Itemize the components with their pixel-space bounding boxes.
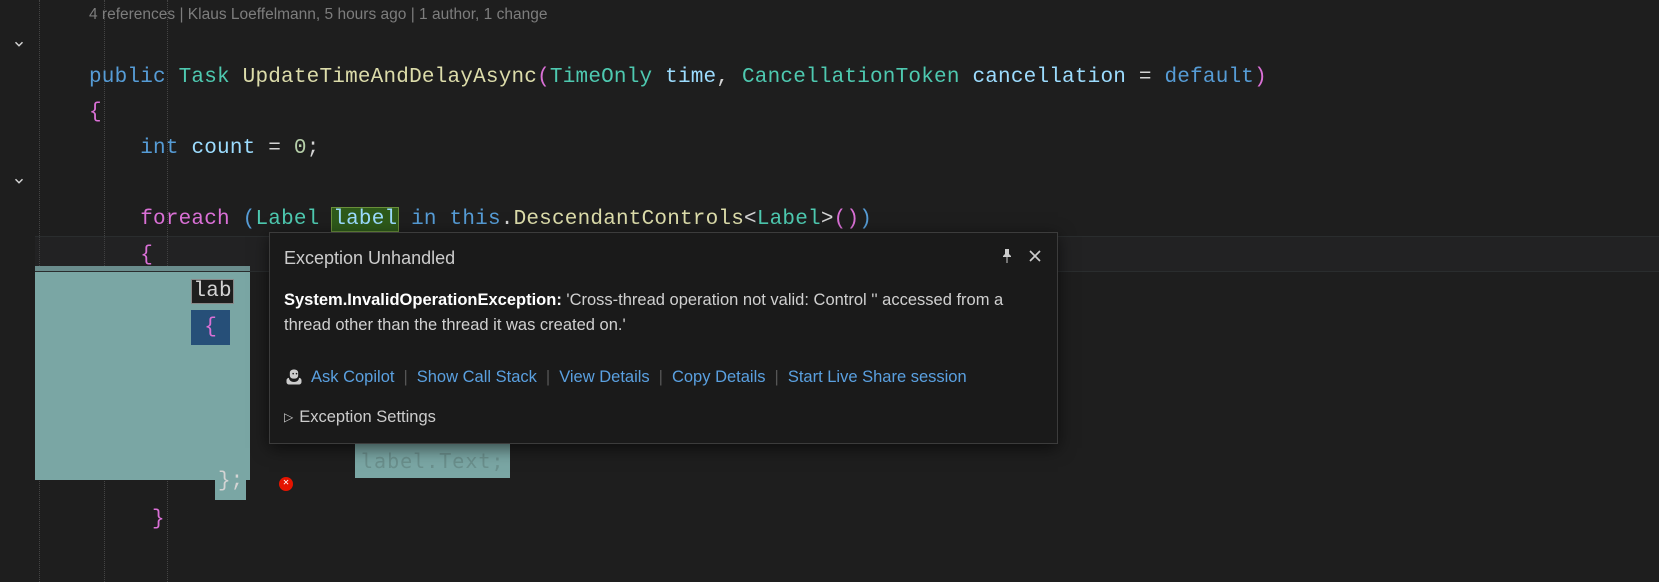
exception-popup: Exception Unhandled System.InvalidOperat… [269, 232, 1058, 444]
show-callstack-link[interactable]: Show Call Stack [417, 363, 537, 391]
type-label: Label [757, 208, 821, 231]
method-descendant: DescendantControls [514, 208, 744, 231]
comma: , [716, 66, 742, 89]
op-eq: = [268, 137, 281, 160]
start-liveshare-link[interactable]: Start Live Share session [788, 363, 967, 391]
semicolon: ; [307, 137, 320, 160]
chevron-right-icon: ▷ [284, 407, 293, 427]
op-eq: = [1139, 66, 1152, 89]
lt: < [744, 208, 757, 231]
paren-open: ( [243, 208, 256, 231]
var-label-highlighted: label [332, 208, 398, 231]
keyword-foreach: foreach [140, 208, 230, 231]
brace-close: } [152, 502, 165, 538]
copy-details-link[interactable]: Copy Details [672, 363, 766, 391]
popup-header: Exception Unhandled [270, 233, 1057, 280]
parens: () [834, 208, 860, 231]
separator: | [546, 363, 550, 391]
editor-gutter [0, 0, 35, 582]
error-icon[interactable] [278, 476, 294, 492]
paren-open: ( [537, 66, 550, 89]
method-name: UpdateTimeAndDelayAsync [243, 66, 537, 89]
pin-icon[interactable] [999, 243, 1015, 274]
brace-open: { [89, 101, 102, 124]
coverage-block [35, 408, 250, 444]
keyword-public: public [89, 66, 166, 89]
keyword-this: this [450, 208, 501, 231]
closing-brace-semi: }; [215, 464, 246, 500]
close-icon[interactable] [1027, 243, 1043, 274]
separator: | [403, 363, 407, 391]
keyword-default: default [1165, 66, 1255, 89]
fold-chevron-icon[interactable] [12, 37, 26, 51]
separator: | [775, 363, 779, 391]
exception-settings-toggle[interactable]: ▷ Exception Settings [270, 397, 1057, 443]
paren-close: ) [1254, 66, 1267, 89]
obscured-code: label.Text; [355, 444, 510, 478]
ask-copilot-link[interactable]: Ask Copilot [311, 363, 394, 391]
dot: . [501, 208, 514, 231]
brace-open: { [140, 244, 153, 267]
keyword-int: int [140, 137, 178, 160]
coverage-block [35, 373, 250, 409]
copilot-icon [284, 367, 304, 387]
gt: > [821, 208, 834, 231]
type-timeonly: TimeOnly [550, 66, 652, 89]
exception-settings-label: Exception Settings [299, 403, 436, 431]
type-label: Label [255, 208, 319, 231]
type-task: Task [179, 66, 230, 89]
popup-title: Exception Unhandled [284, 243, 999, 274]
type-canceltoken: CancellationToken [742, 66, 960, 89]
view-details-link[interactable]: View Details [559, 363, 649, 391]
paren-close: ) [859, 208, 872, 231]
popup-links-row: Ask Copilot | Show Call Stack | View Det… [270, 343, 1057, 397]
param-cancellation: cancellation [972, 66, 1126, 89]
param-time: time [665, 66, 716, 89]
exception-type: System.InvalidOperationException: [284, 291, 562, 309]
literal-zero: 0 [294, 137, 307, 160]
exception-message: System.InvalidOperationException: 'Cross… [270, 280, 1057, 343]
fold-chevron-icon[interactable] [12, 174, 26, 188]
keyword-in: in [411, 208, 437, 231]
sel-brace: { [191, 310, 229, 346]
separator: | [659, 363, 663, 391]
code-fragment-lab: lab [191, 279, 233, 304]
var-count: count [191, 137, 255, 160]
